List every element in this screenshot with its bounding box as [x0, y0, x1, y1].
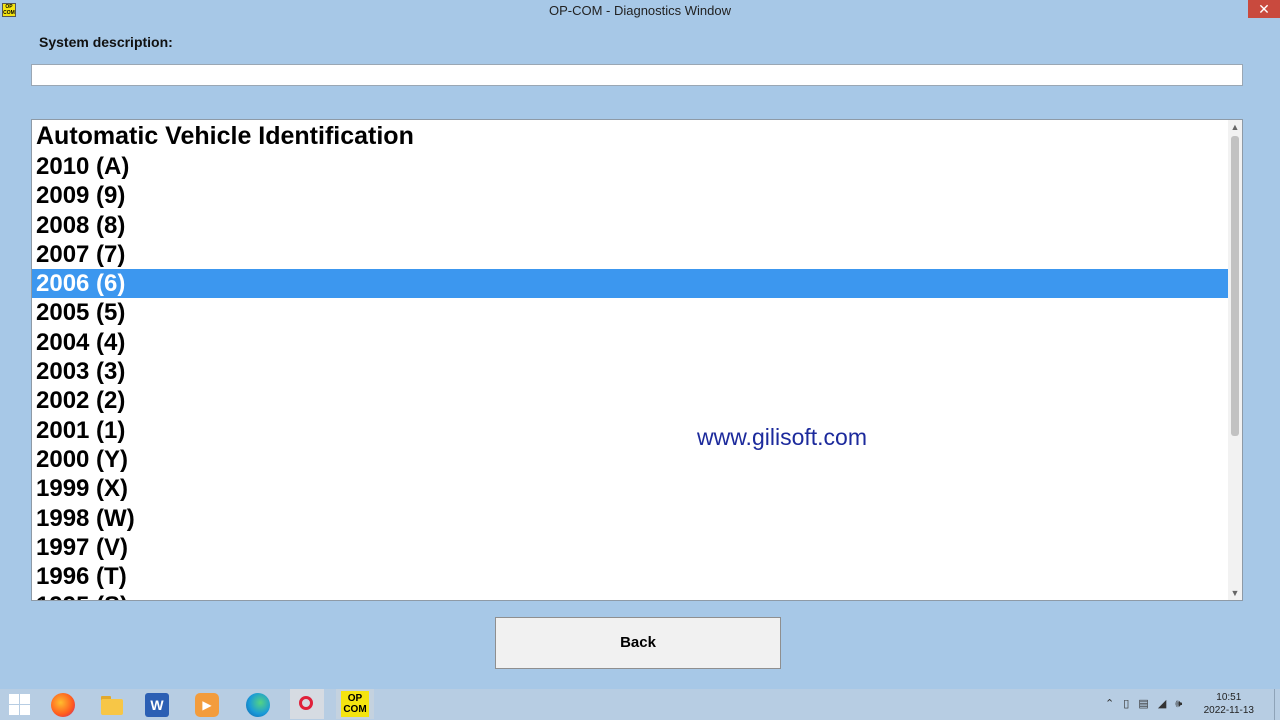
window-title: OP-COM - Diagnostics Window	[548, 3, 732, 18]
tray-battery-icon[interactable]: ▯	[1123, 697, 1129, 710]
firefox-icon[interactable]	[51, 693, 75, 717]
clock-time: 10:51	[1216, 692, 1242, 703]
tray-device-icon[interactable]: ▤	[1138, 697, 1148, 710]
close-button[interactable]: ✕	[1248, 0, 1280, 18]
list-item[interactable]: 2002 (2)	[32, 386, 1228, 415]
back-button[interactable]: Back	[495, 617, 781, 669]
clock-date: 2022-11-13	[1203, 705, 1254, 716]
system-description-field[interactable]	[31, 64, 1243, 86]
show-desktop-button[interactable]	[1274, 689, 1280, 720]
tray-chevron-icon[interactable]: ⌃	[1105, 697, 1114, 710]
list-header: Automatic Vehicle Identification	[36, 122, 414, 150]
list-rows: 2010 (A) 2009 (9) 2008 (8) 2007 (7) 2006 (6)…	[32, 152, 1228, 600]
list-item[interactable]: 1998 (W)	[32, 504, 1228, 533]
system-description-label: System description:	[39, 34, 173, 50]
list-item[interactable]: 2009 (9)	[32, 181, 1228, 210]
list-item[interactable]: 2008 (8)	[32, 211, 1228, 240]
list-item[interactable]: 2007 (7)	[32, 240, 1228, 269]
list-item[interactable]: 2004 (4)	[32, 328, 1228, 357]
list-item[interactable]: 1995 (S)	[32, 591, 1228, 600]
tray-volume-icon[interactable]: 🕪	[1175, 698, 1182, 711]
list-item[interactable]: 1999 (X)	[32, 474, 1228, 503]
list-item[interactable]: 2003 (3)	[32, 357, 1228, 386]
vehicle-identification-list[interactable]: Automatic Vehicle Identification 2010 (A…	[31, 119, 1243, 601]
edge-icon[interactable]	[246, 693, 270, 717]
title-bar: OP COM OP-COM - Diagnostics Window ✕	[0, 0, 1280, 20]
scroll-thumb[interactable]	[1231, 136, 1239, 436]
opcom-taskbar-icon[interactable]: OP COM	[336, 689, 374, 719]
list-item[interactable]: 2000 (Y)	[32, 445, 1228, 474]
list-item[interactable]: 1997 (V)	[32, 533, 1228, 562]
list-item[interactable]: 2005 (5)	[32, 298, 1228, 327]
scroll-down-icon[interactable]: ▼	[1228, 586, 1242, 600]
opera-icon[interactable]	[290, 689, 324, 719]
file-explorer-icon[interactable]	[100, 693, 124, 717]
list-item[interactable]: 2010 (A)	[32, 152, 1228, 181]
windows-start-icon[interactable]	[8, 693, 32, 717]
list-item[interactable]: 1996 (T)	[32, 562, 1228, 591]
clock[interactable]: 10:51 2022-11-13	[1204, 691, 1254, 717]
list-item-selected[interactable]: 2006 (6)	[32, 269, 1228, 299]
taskbar: W ▶ OP COM ⌃ ▯ ▤ ◢ 🕪 10:51 2022-11-13	[0, 689, 1280, 720]
list-item[interactable]: 2001 (1)	[32, 416, 1228, 445]
list-scrollbar[interactable]: ▲ ▼	[1228, 120, 1242, 600]
watermark: www.gilisoft.com	[697, 424, 867, 450]
media-player-icon[interactable]: ▶	[195, 693, 219, 717]
tray-network-icon[interactable]: ◢	[1158, 697, 1166, 710]
scroll-up-icon[interactable]: ▲	[1228, 120, 1242, 134]
word-icon[interactable]: W	[145, 693, 169, 717]
system-tray: ⌃ ▯ ▤ ◢ 🕪	[1105, 697, 1188, 711]
